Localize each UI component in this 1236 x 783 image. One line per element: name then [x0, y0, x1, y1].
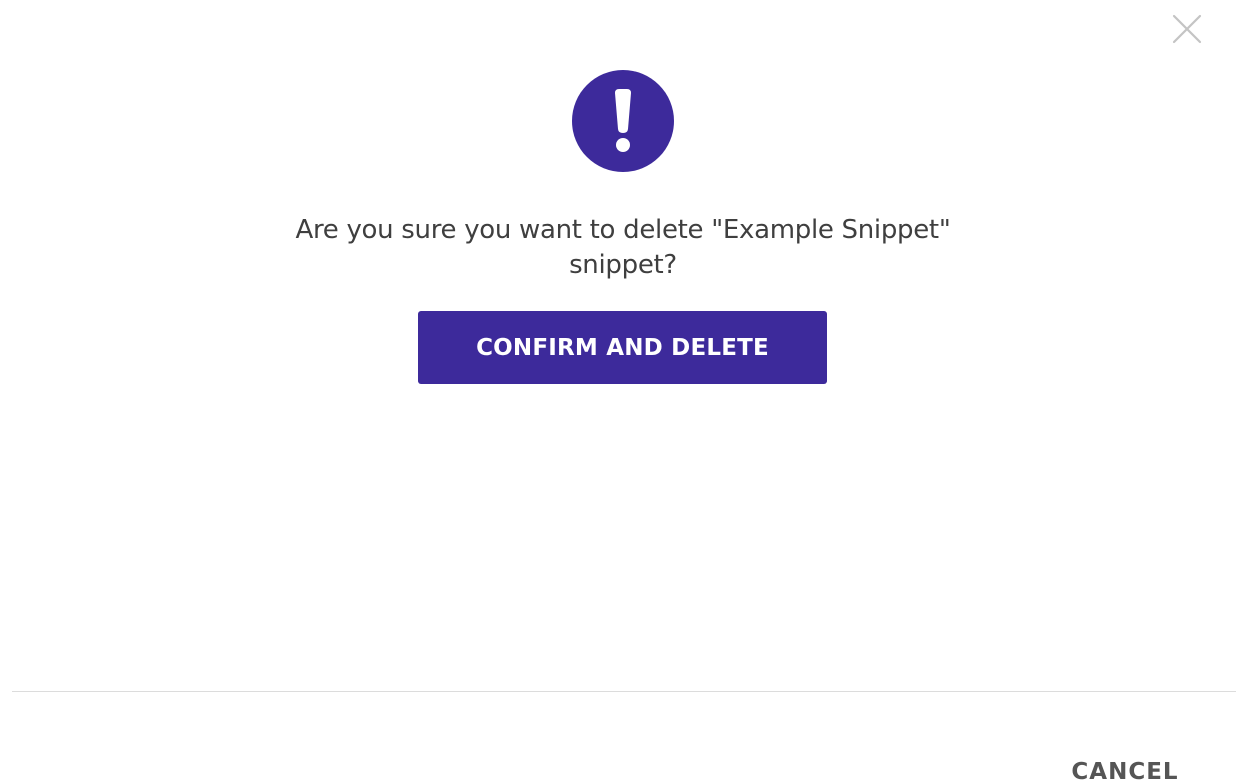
close-icon: [1172, 14, 1202, 44]
close-button[interactable]: [1170, 12, 1204, 46]
alert-badge: [572, 70, 674, 172]
cancel-button[interactable]: CANCEL: [1060, 752, 1190, 783]
confirm-and-delete-button[interactable]: CONFIRM AND DELETE: [418, 311, 827, 384]
confirmation-message: Are you sure you want to delete "Example…: [295, 215, 951, 280]
delete-confirmation-dialog: Are you sure you want to delete "Example…: [0, 0, 1236, 783]
exclamation-icon: [615, 89, 631, 152]
footer-divider: [12, 691, 1236, 692]
